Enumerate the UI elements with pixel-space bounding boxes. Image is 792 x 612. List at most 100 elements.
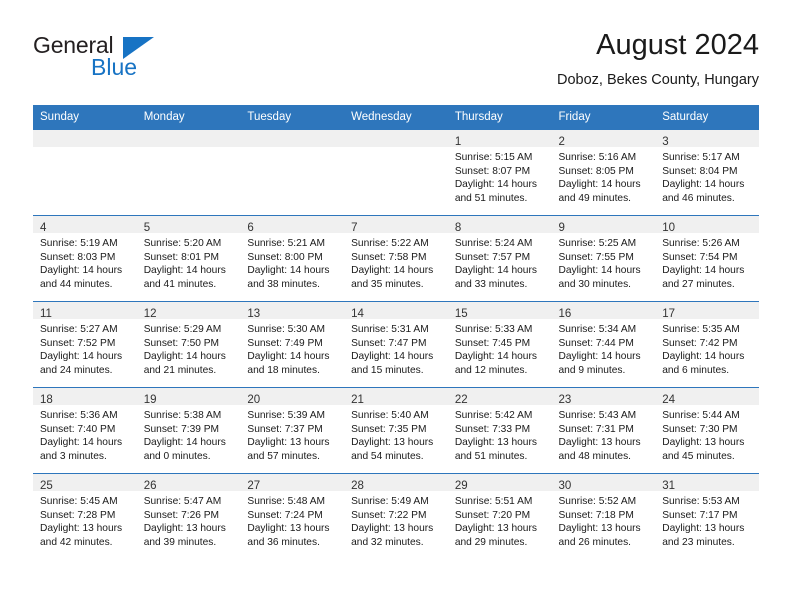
calendar-day-cell[interactable]: 25 Sunrise: 5:45 AM Sunset: 7:28 PM Dayligh… (33, 473, 137, 559)
weekday-header-row: Sunday Monday Tuesday Wednesday Thursday… (33, 105, 759, 130)
calendar-day-cell[interactable]: 4 Sunrise: 5:19 AM Sunset: 8:03 PM Daylight… (33, 215, 137, 302)
calendar-day-cell[interactable]: 24 Sunrise: 5:44 AM Sunset: 7:30 PM Dayligh… (655, 387, 759, 474)
calendar-day-cell[interactable]: 30 Sunrise: 5:52 AM Sunset: 7:18 PM Dayligh… (551, 473, 656, 559)
sunset-time: Sunset: 7:40 PM (40, 423, 116, 435)
calendar-day-cell[interactable]: 7 Sunrise: 5:22 AM Sunset: 7:58 PM Daylight… (344, 215, 448, 302)
day-details: Sunrise: 5:53 AM Sunset: 7:17 PM Daylight:… (655, 491, 759, 549)
calendar-day-cell[interactable]: 6 Sunrise: 5:21 AM Sunset: 8:00 PM Daylight… (240, 215, 345, 302)
calendar-day-cell[interactable]: 10 Sunrise: 5:26 AM Sunset: 7:54 PM Dayligh… (655, 215, 759, 302)
calendar-page: General Blue August 2024 Doboz, Bekes Co… (0, 0, 792, 612)
generalblue-logo[interactable]: General Blue (33, 32, 213, 84)
calendar-day-cell[interactable]: 27 Sunrise: 5:48 AM Sunset: 7:24 PM Dayligh… (240, 473, 345, 559)
sunrise-time: Sunrise: 5:20 AM (143, 238, 222, 249)
calendar-day-cell[interactable]: 23 Sunrise: 5:43 AM Sunset: 7:31 PM Dayligh… (551, 387, 656, 474)
daylight-duration-line2: and 15 minutes. (351, 364, 424, 376)
calendar-day-cell[interactable]: 5 Sunrise: 5:20 AM Sunset: 8:01 PM Daylight… (136, 215, 241, 302)
sunset-time: Sunset: 8:04 PM (662, 165, 738, 177)
day-number: 16 (558, 308, 572, 320)
calendar-day-cell[interactable]: 16 Sunrise: 5:34 AM Sunset: 7:44 PM Dayligh… (551, 301, 656, 388)
day-details: Sunrise: 5:44 AM Sunset: 7:30 PM Daylight:… (655, 405, 759, 463)
day-details: Sunrise: 5:51 AM Sunset: 7:20 PM Daylight:… (448, 491, 552, 549)
sunset-time: Sunset: 7:22 PM (351, 509, 427, 521)
sunset-time: Sunset: 7:47 PM (351, 337, 427, 349)
day-number: 12 (143, 308, 157, 320)
calendar-day-cell[interactable]: 2 Sunrise: 5:16 AM Sunset: 8:05 PM Daylight… (551, 129, 656, 216)
calendar-day-cell-empty (344, 129, 448, 216)
daylight-duration-line1: Daylight: 14 hours (247, 351, 330, 363)
day-number-band (136, 130, 241, 147)
day-number: 24 (662, 394, 676, 406)
daylight-duration-line2: and 12 minutes. (454, 364, 528, 376)
calendar-day-cell[interactable]: 26 Sunrise: 5:47 AM Sunset: 7:26 PM Dayligh… (136, 473, 241, 559)
daylight-duration-line2: and 21 minutes. (143, 364, 217, 376)
day-details: Sunrise: 5:36 AM Sunset: 7:40 PM Daylight:… (33, 405, 137, 463)
daylight-duration-line1: Daylight: 14 hours (662, 265, 745, 277)
daylight-duration-line1: Daylight: 13 hours (40, 523, 123, 535)
calendar-day-cell[interactable]: 11 Sunrise: 5:27 AM Sunset: 7:52 PM Dayligh… (33, 301, 137, 388)
day-details: Sunrise: 5:21 AM Sunset: 8:00 PM Daylight:… (240, 233, 344, 291)
day-number: 15 (454, 308, 468, 320)
daylight-duration-line1: Daylight: 14 hours (454, 265, 537, 277)
day-details: Sunrise: 5:38 AM Sunset: 7:39 PM Daylight:… (137, 405, 241, 463)
calendar-day-cell[interactable]: 8 Sunrise: 5:24 AM Sunset: 7:57 PM Daylight… (447, 215, 552, 302)
day-number-band: 4 (33, 216, 137, 234)
day-details: Sunrise: 5:49 AM Sunset: 7:22 PM Daylight:… (344, 491, 448, 549)
day-details: Sunrise: 5:35 AM Sunset: 7:42 PM Daylight:… (655, 319, 759, 377)
daylight-duration-line2: and 38 minutes. (247, 278, 320, 290)
sunset-time: Sunset: 7:55 PM (558, 251, 634, 263)
day-details: Sunrise: 5:39 AM Sunset: 7:37 PM Daylight:… (240, 405, 344, 463)
calendar-day-cell[interactable]: 1 Sunrise: 5:15 AM Sunset: 8:07 PM Daylight… (447, 129, 552, 216)
sunrise-time: Sunrise: 5:44 AM (662, 410, 740, 421)
weekday-header-monday: Monday (136, 105, 241, 130)
daylight-duration-line1: Daylight: 13 hours (247, 437, 330, 449)
day-number: 28 (351, 480, 364, 492)
day-details: Sunrise: 5:34 AM Sunset: 7:44 PM Daylight:… (552, 319, 656, 377)
calendar-day-cell[interactable]: 19 Sunrise: 5:38 AM Sunset: 7:39 PM Dayligh… (136, 387, 241, 474)
calendar-day-cell[interactable]: 18 Sunrise: 5:36 AM Sunset: 7:40 PM Dayligh… (33, 387, 137, 474)
day-details: Sunrise: 5:29 AM Sunset: 7:50 PM Daylight:… (137, 319, 241, 377)
sunrise-time: Sunrise: 5:16 AM (558, 152, 637, 163)
sunrise-time: Sunrise: 5:17 AM (662, 152, 740, 163)
daylight-duration-line1: Daylight: 13 hours (558, 437, 641, 449)
calendar-day-cell[interactable]: 13 Sunrise: 5:30 AM Sunset: 7:49 PM Dayligh… (240, 301, 345, 388)
day-number-band: 5 (136, 216, 241, 234)
calendar-week-row: 4 Sunrise: 5:19 AM Sunset: 8:03 PM Daylight… (33, 215, 759, 302)
day-details: Sunrise: 5:48 AM Sunset: 7:24 PM Daylight:… (240, 491, 344, 549)
day-number-band: 12 (136, 302, 241, 320)
calendar-day-cell[interactable]: 22 Sunrise: 5:42 AM Sunset: 7:33 PM Dayligh… (447, 387, 552, 474)
day-number-band (33, 130, 137, 147)
day-number-band: 7 (344, 216, 448, 234)
sunrise-time: Sunrise: 5:26 AM (662, 238, 740, 249)
calendar-day-cell[interactable]: 20 Sunrise: 5:39 AM Sunset: 7:37 PM Dayligh… (240, 387, 345, 474)
calendar-day-cell[interactable]: 21 Sunrise: 5:40 AM Sunset: 7:35 PM Dayligh… (344, 387, 448, 474)
day-details: Sunrise: 5:26 AM Sunset: 7:54 PM Daylight:… (655, 233, 759, 291)
calendar-day-cell[interactable]: 17 Sunrise: 5:35 AM Sunset: 7:42 PM Dayligh… (655, 301, 759, 388)
sunrise-time: Sunrise: 5:42 AM (454, 410, 533, 421)
calendar-day-cell[interactable]: 12 Sunrise: 5:29 AM Sunset: 7:50 PM Dayligh… (136, 301, 241, 388)
calendar-day-cell[interactable]: 15 Sunrise: 5:33 AM Sunset: 7:45 PM Dayligh… (447, 301, 552, 388)
calendar-day-cell[interactable]: 14 Sunrise: 5:31 AM Sunset: 7:47 PM Dayligh… (344, 301, 448, 388)
sunrise-time: Sunrise: 5:31 AM (351, 324, 429, 335)
day-details: Sunrise: 5:40 AM Sunset: 7:35 PM Daylight:… (344, 405, 448, 463)
calendar-day-cell[interactable]: 31 Sunrise: 5:53 AM Sunset: 7:17 PM Dayligh… (655, 473, 759, 559)
calendar-day-cell[interactable]: 28 Sunrise: 5:49 AM Sunset: 7:22 PM Dayligh… (344, 473, 448, 559)
calendar-day-cell[interactable]: 29 Sunrise: 5:51 AM Sunset: 7:20 PM Dayligh… (447, 473, 552, 559)
daylight-duration-line2: and 49 minutes. (558, 192, 632, 204)
daylight-duration-line2: and 51 minutes. (454, 450, 528, 462)
sunset-time: Sunset: 7:28 PM (40, 509, 116, 521)
calendar-day-cell[interactable]: 9 Sunrise: 5:25 AM Sunset: 7:55 PM Daylight… (551, 215, 656, 302)
day-number-band: 27 (240, 474, 345, 492)
day-number: 5 (143, 222, 151, 234)
day-number-band: 30 (551, 474, 656, 492)
sunrise-time: Sunrise: 5:34 AM (558, 324, 637, 335)
daylight-duration-line1: Daylight: 14 hours (40, 437, 123, 449)
calendar-day-cell[interactable]: 3 Sunrise: 5:17 AM Sunset: 8:04 PM Daylight… (655, 129, 759, 216)
daylight-duration-line2: and 44 minutes. (40, 278, 113, 290)
sunset-time: Sunset: 7:42 PM (662, 337, 738, 349)
sunset-time: Sunset: 7:18 PM (558, 509, 634, 521)
day-number-band (240, 130, 345, 147)
day-number: 31 (662, 480, 676, 492)
day-number: 21 (351, 394, 364, 406)
daylight-duration-line1: Daylight: 14 hours (662, 351, 745, 363)
day-number-band: 13 (240, 302, 345, 320)
